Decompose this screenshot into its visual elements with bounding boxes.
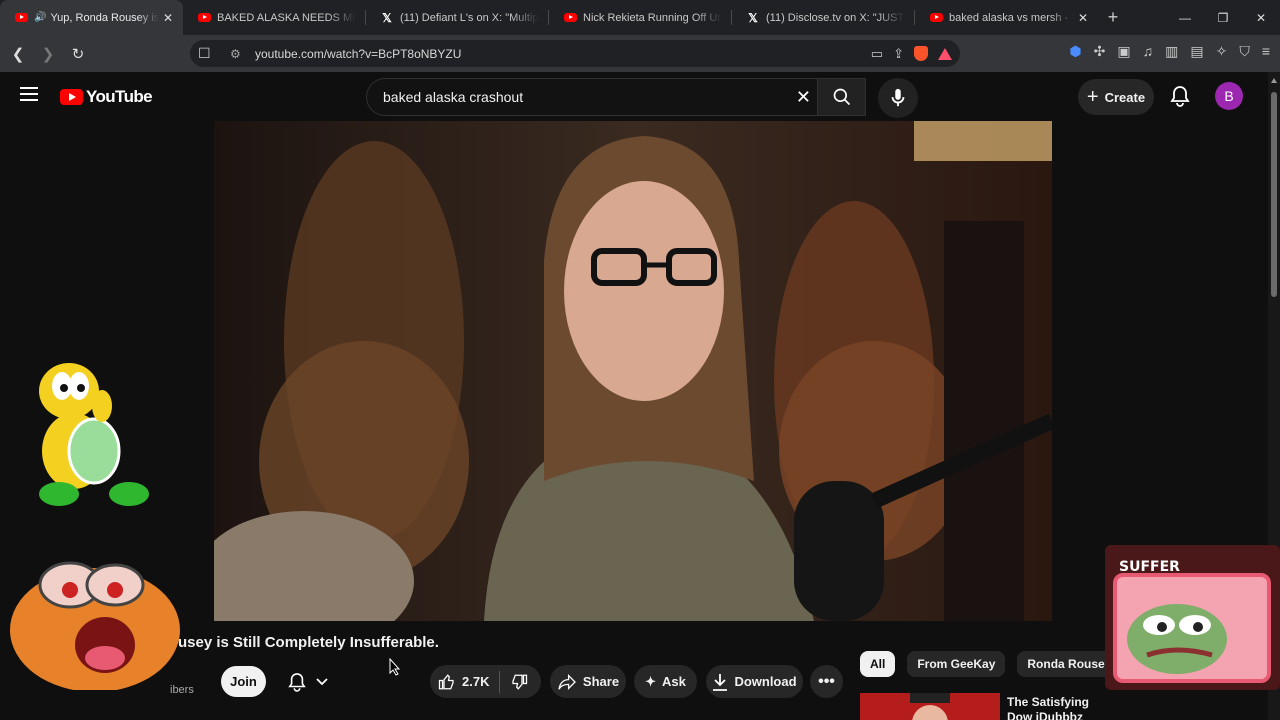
cast-icon[interactable]: ▭: [871, 46, 883, 62]
ask-button[interactable]: ✦ Ask: [634, 665, 697, 698]
like-dislike-group: 2.7K: [430, 665, 541, 698]
bookmark-icon[interactable]: ☐: [198, 45, 211, 62]
plus-icon: +: [1086, 85, 1099, 108]
address-bar[interactable]: ☐ ⚙ youtube.com/watch?v=BcPT8oNBYZU ▭ ⇪: [190, 40, 960, 67]
youtube-icon: [14, 11, 28, 25]
video-title: usey is Still Completely Insufferable.: [178, 634, 439, 651]
join-button[interactable]: Join: [221, 666, 266, 697]
browser-tab[interactable]: 𝕏 (11) Defiant L's on X: "Multiple n: [366, 0, 549, 35]
youtube-logo-icon: [60, 89, 83, 105]
subscription-notifications-button[interactable]: [278, 666, 338, 697]
bell-icon: [288, 672, 306, 692]
share-button[interactable]: Share: [550, 665, 626, 698]
x-icon: 𝕏: [748, 10, 758, 25]
browser-tab[interactable]: baked alaska vs mersh - YouTub ✕: [915, 0, 1098, 35]
restore-button[interactable]: ❐: [1204, 0, 1242, 35]
vpn-icon[interactable]: ⬢: [1069, 43, 1081, 60]
search-icon: [833, 88, 850, 106]
extensions-icon[interactable]: ✣: [1094, 43, 1106, 60]
like-button[interactable]: 2.7K: [430, 670, 501, 693]
tab-close-icon[interactable]: ✕: [1078, 11, 1088, 25]
brave-rewards-icon[interactable]: [938, 47, 952, 60]
create-button[interactable]: + Create: [1078, 79, 1154, 115]
hamburger-menu-icon[interactable]: [20, 87, 38, 101]
recommendation-filter-chips: All From GeeKay Ronda Rousey: [860, 651, 1122, 677]
koopa-overlay-image: [14, 356, 154, 516]
tab-title: BAKED ALASKA NEEDS MILK! #y: [217, 11, 356, 24]
address-toolbar: ❮ ❯ ↻ ☐ ⚙ youtube.com/watch?v=BcPT8oNBYZ…: [0, 35, 1280, 72]
like-count: 2.7K: [462, 674, 490, 689]
youtube-masthead: YouTube baked alaska crashout ✕ + Create…: [0, 72, 1280, 122]
browser-tab[interactable]: Nick Rekieta Running Off Uncivi: [549, 0, 732, 35]
scrollbar-thumb[interactable]: [1271, 92, 1277, 297]
youtube-logo[interactable]: YouTube: [60, 87, 153, 107]
forward-button[interactable]: ❯: [36, 42, 60, 66]
tab-title: (11) Disclose.tv on X: "JUST IN -: [766, 11, 905, 24]
recommended-video-thumbnail[interactable]: [860, 693, 1000, 720]
clear-search-icon[interactable]: ✕: [796, 87, 811, 108]
voice-search-button[interactable]: [878, 78, 918, 118]
notifications-bell-icon[interactable]: [1170, 85, 1190, 112]
download-icon: [713, 673, 728, 691]
close-window-button[interactable]: ✕: [1242, 0, 1280, 35]
pepe-screen-image: [1113, 573, 1271, 683]
tab-title: (11) Defiant L's on X: "Multiple n: [400, 11, 539, 24]
leo-icon[interactable]: ✧: [1216, 43, 1228, 60]
sparkle-icon: ✦: [645, 673, 657, 689]
reader-icon[interactable]: ▣: [1117, 43, 1130, 60]
tab-title: Nick Rekieta Running Off Uncivi: [583, 11, 722, 24]
minimize-button[interactable]: ―: [1166, 0, 1204, 35]
thumbs-down-icon: [512, 674, 528, 690]
video-frame: [214, 121, 1052, 621]
reload-button[interactable]: ↻: [66, 42, 90, 66]
back-button[interactable]: ❮: [6, 42, 30, 66]
url-text[interactable]: youtube.com/watch?v=BcPT8oNBYZU: [255, 47, 461, 61]
sidebar-icon[interactable]: ▥: [1165, 43, 1178, 60]
tab-title: Yup, Ronda Rousey is Still: [50, 11, 159, 24]
more-horizontal-icon: •••: [818, 672, 835, 690]
browser-tab[interactable]: 🔊 Yup, Ronda Rousey is Still ✕: [0, 0, 183, 35]
browser-menu-icon[interactable]: ≡: [1262, 43, 1270, 60]
chevron-down-icon: [316, 677, 328, 685]
x-icon: 𝕏: [382, 10, 392, 25]
chip-all[interactable]: All: [860, 651, 896, 677]
recommended-video-title[interactable]: The Satisfying Dow iDubbbz: [1007, 695, 1107, 720]
site-info-icon[interactable]: ⚙: [230, 47, 241, 61]
search-box[interactable]: baked alaska crashout ✕: [366, 78, 866, 116]
chip-from-channel[interactable]: From GeeKay: [907, 651, 1006, 677]
share-icon: [558, 673, 576, 690]
browser-tab-strip: 🔊 Yup, Ronda Rousey is Still ✕ BAKED ALA…: [0, 0, 1280, 35]
music-icon[interactable]: ♫: [1143, 43, 1154, 60]
thumbs-up-icon: [438, 673, 454, 689]
search-input[interactable]: baked alaska crashout: [383, 89, 523, 105]
youtube-icon: [929, 11, 943, 25]
brave-shields-icon[interactable]: [914, 46, 928, 61]
search-button[interactable]: [817, 79, 865, 115]
youtube-icon: [563, 11, 577, 25]
scroll-up-icon[interactable]: [1271, 78, 1277, 83]
audio-playing-icon[interactable]: 🔊: [34, 12, 46, 23]
youtube-icon: [197, 11, 211, 25]
share-page-icon[interactable]: ⇪: [893, 46, 904, 62]
thumbnail-image: [860, 693, 1000, 720]
shield-icon[interactable]: ⛉: [1239, 43, 1250, 60]
mouse-cursor-icon: [389, 657, 401, 681]
video-player[interactable]: [214, 121, 1052, 621]
suffer-overlay: SUFFER: [1105, 545, 1280, 690]
tab-close-icon[interactable]: ✕: [163, 11, 173, 25]
potato-emote-overlay-image: [0, 540, 180, 695]
tab-title: baked alaska vs mersh - YouTub: [949, 11, 1074, 24]
new-tab-button[interactable]: +: [1098, 0, 1128, 35]
more-actions-button[interactable]: •••: [810, 665, 843, 698]
wallet-icon[interactable]: ▤: [1190, 43, 1203, 60]
microphone-icon: [891, 88, 905, 107]
suffer-text: SUFFER: [1119, 559, 1180, 575]
dislike-button[interactable]: [500, 673, 528, 691]
avatar[interactable]: B: [1215, 82, 1243, 110]
browser-tab[interactable]: BAKED ALASKA NEEDS MILK! #y: [183, 0, 366, 35]
download-button[interactable]: Download: [706, 665, 803, 698]
browser-tab[interactable]: 𝕏 (11) Disclose.tv on X: "JUST IN -: [732, 0, 915, 35]
